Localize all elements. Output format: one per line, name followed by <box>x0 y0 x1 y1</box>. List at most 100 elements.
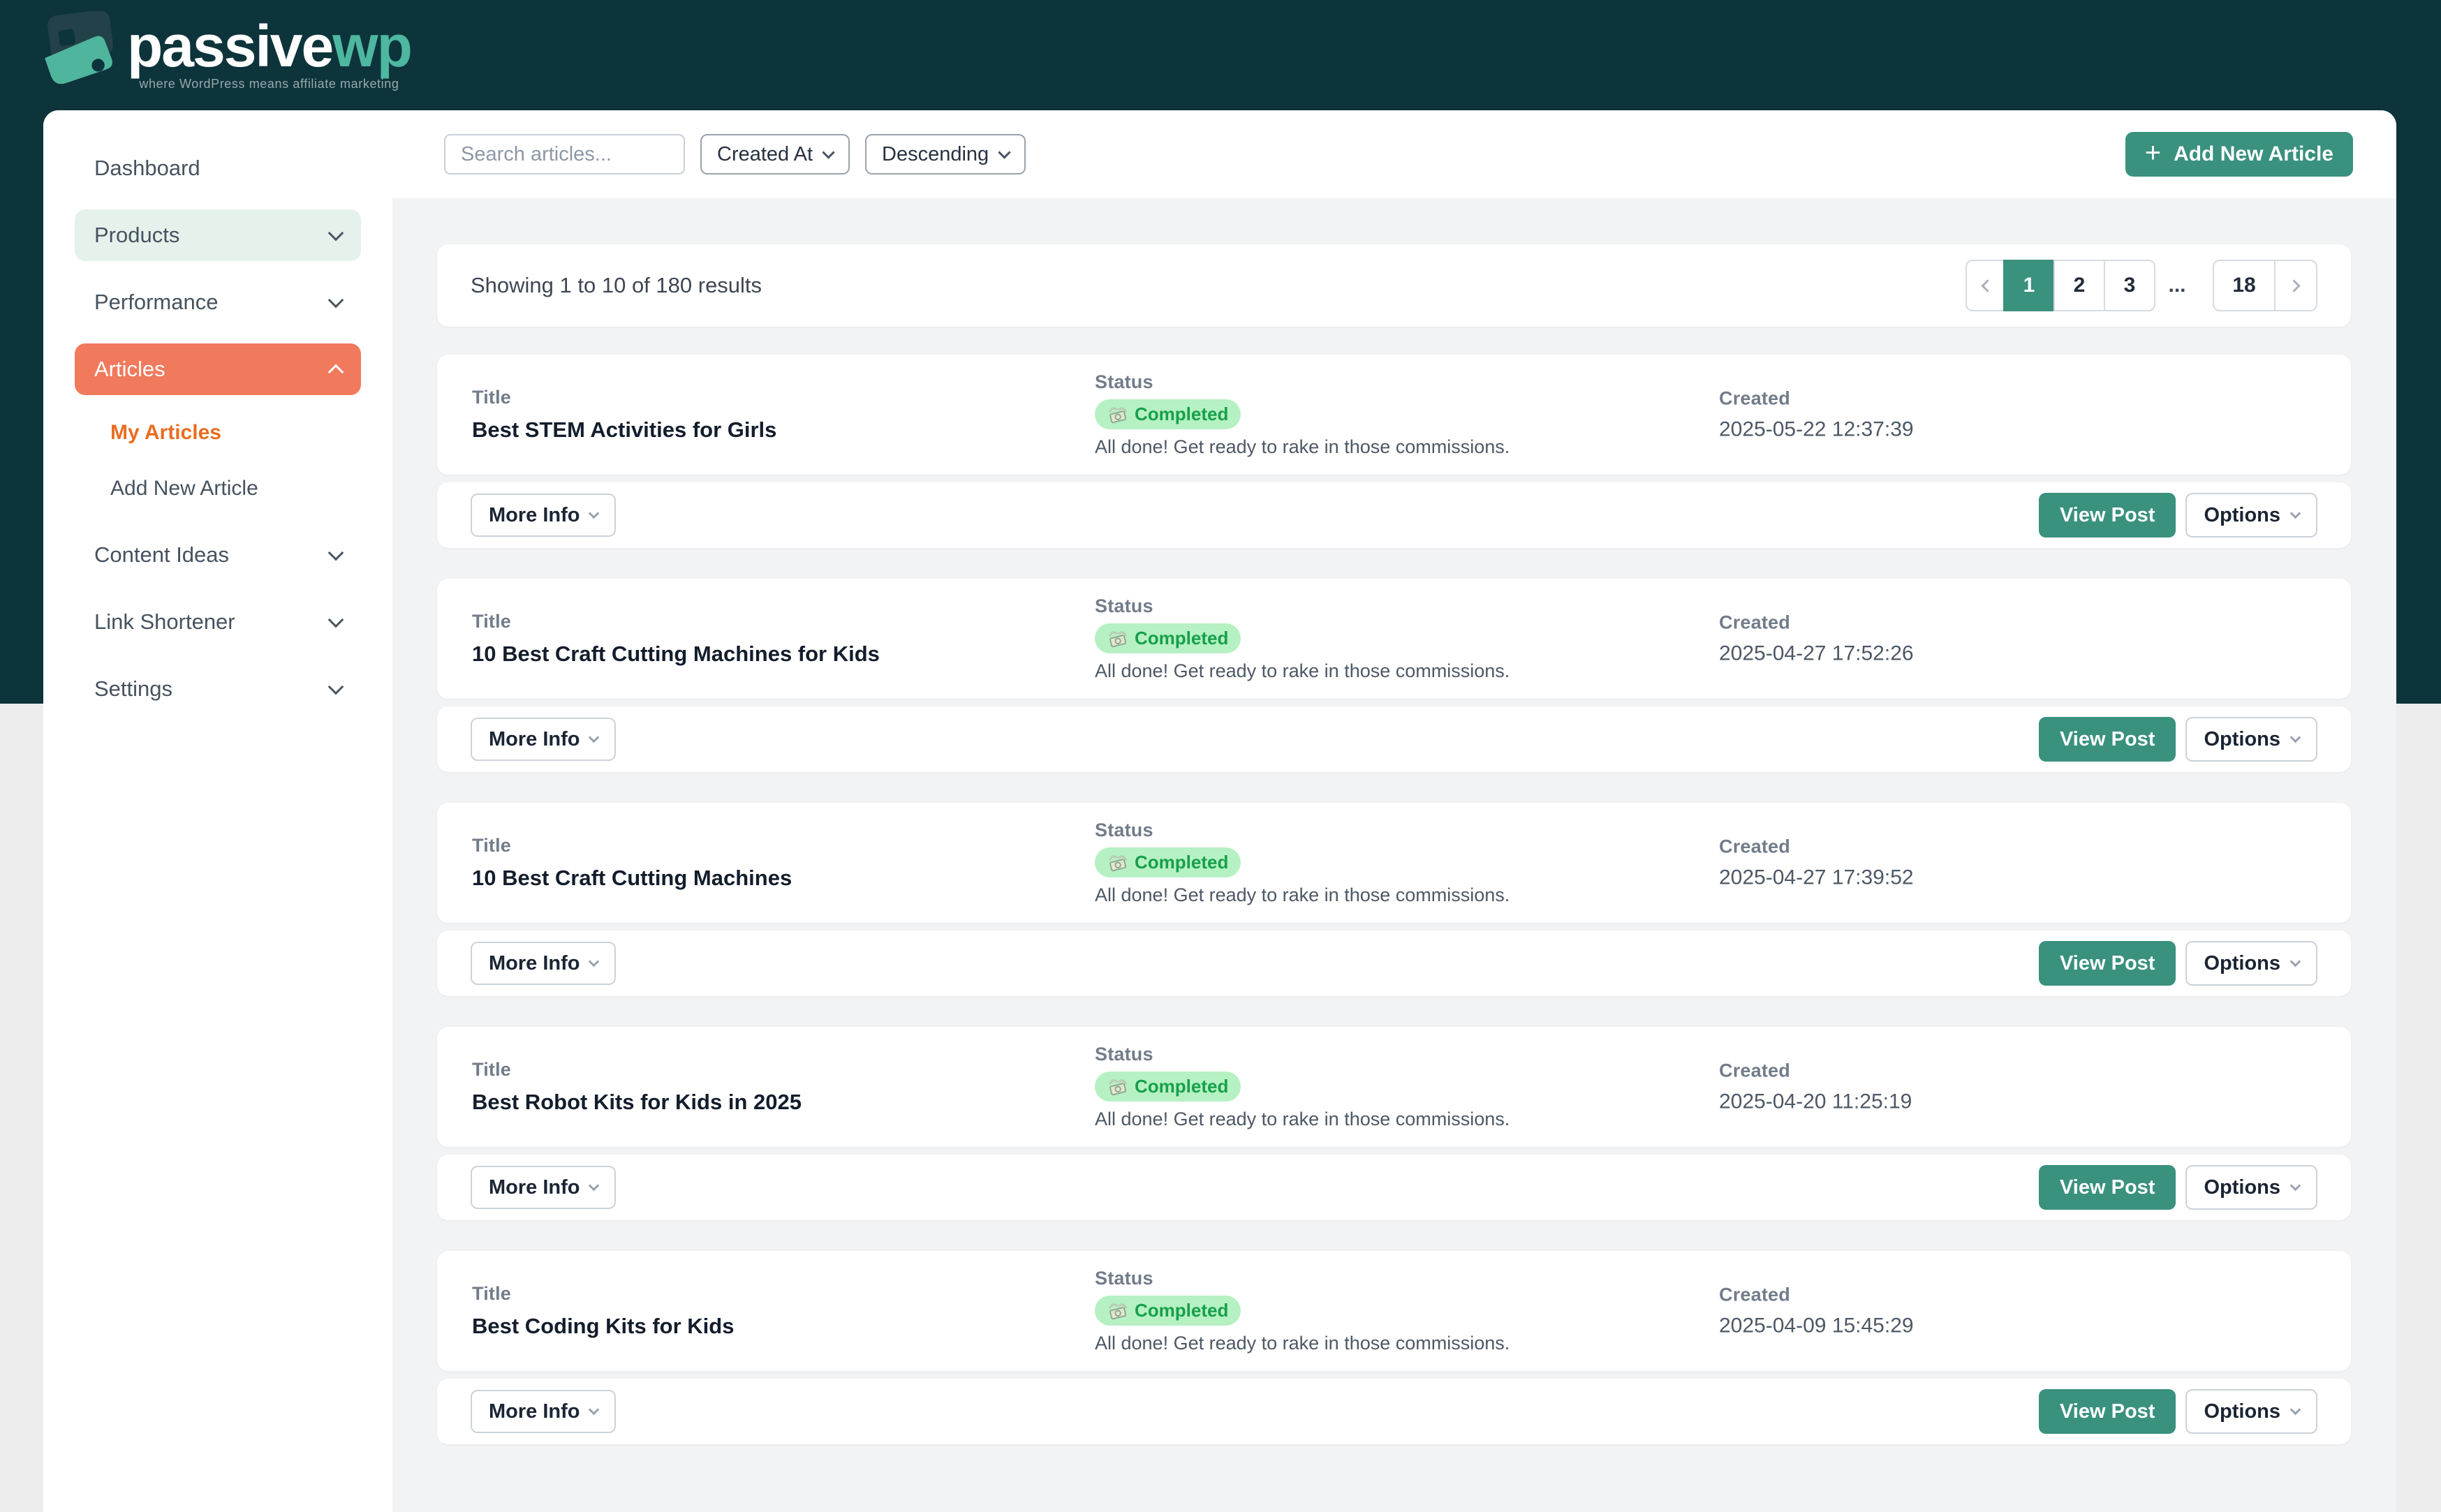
sort-order-dropdown[interactable]: Descending <box>865 134 1026 175</box>
sidebar-item-label: Performance <box>94 290 218 315</box>
sort-field-dropdown[interactable]: Created At <box>700 134 850 175</box>
pagination: 1 2 3 ... 18 <box>1966 260 2317 311</box>
article-block: Title Best Robot Kits for Kids in 2025 S… <box>437 1027 2351 1220</box>
article-info-card: Title 10 Best Craft Cutting Machines Sta… <box>437 803 2351 923</box>
pagination-page-2[interactable]: 2 <box>2053 260 2105 311</box>
brand-name-accent: wp <box>332 13 411 79</box>
sidebar-subitem-my-articles[interactable]: My Articles <box>75 410 361 455</box>
pagination-page-last[interactable]: 18 <box>2213 260 2276 311</box>
chevron-down-icon <box>822 146 834 158</box>
options-button[interactable]: Options <box>2185 1389 2317 1434</box>
view-post-button[interactable]: View Post <box>2039 1389 2176 1434</box>
status-label: Status <box>1095 371 1510 393</box>
status-badge: Completed <box>1095 1072 1241 1102</box>
content-panel: Showing 1 to 10 of 180 results 1 2 3 ...… <box>392 198 2396 1512</box>
title-label: Title <box>472 1283 734 1305</box>
options-label: Options <box>2204 728 2280 751</box>
sidebar-item-label: Settings <box>94 676 172 702</box>
created-label: Created <box>1719 1284 1914 1306</box>
add-new-article-button[interactable]: + Add New Article <box>2125 132 2353 177</box>
view-post-button[interactable]: View Post <box>2039 717 2176 762</box>
chevron-down-icon <box>328 612 344 628</box>
pagination-page-1[interactable]: 1 <box>2003 260 2055 311</box>
options-button[interactable]: Options <box>2185 1165 2317 1210</box>
money-with-wings-icon <box>1107 1300 1128 1321</box>
options-label: Options <box>2204 1400 2280 1423</box>
options-label: Options <box>2204 1176 2280 1199</box>
price-tag-icon <box>42 11 113 85</box>
created-timestamp: 2025-04-20 11:25:19 <box>1719 1090 1912 1114</box>
article-block: Title 10 Best Craft Cutting Machines Sta… <box>437 803 2351 996</box>
more-info-label: More Info <box>489 1176 580 1199</box>
status-badge: Completed <box>1095 1296 1241 1326</box>
toolbar: Created At Descending + Add New Article <box>392 110 2396 198</box>
sidebar-item-label: Dashboard <box>94 156 200 181</box>
article-block: Title 10 Best Craft Cutting Machines for… <box>437 579 2351 772</box>
article-info-card: Title Best STEM Activities for Girls Sta… <box>437 355 2351 475</box>
chevron-down-icon <box>998 146 1010 158</box>
more-info-button[interactable]: More Info <box>471 942 616 985</box>
sidebar-item-articles[interactable]: Articles <box>75 343 361 395</box>
view-post-button[interactable]: View Post <box>2039 1165 2176 1210</box>
app-shell: Dashboard Products Performance Articles … <box>43 110 2396 1512</box>
sidebar-item-products[interactable]: Products <box>75 209 361 261</box>
money-with-wings-icon <box>1107 404 1128 425</box>
article-info-card: Title Best Robot Kits for Kids in 2025 S… <box>437 1027 2351 1147</box>
more-info-button[interactable]: More Info <box>471 1166 616 1209</box>
more-info-button[interactable]: More Info <box>471 718 616 761</box>
add-new-article-label: Add New Article <box>2174 142 2333 166</box>
sidebar-item-content-ideas[interactable]: Content Ideas <box>75 529 361 581</box>
article-title: 10 Best Craft Cutting Machines for Kids <box>472 642 880 667</box>
articles-submenu: My Articles Add New Article <box>75 410 361 511</box>
title-label: Title <box>472 611 880 632</box>
options-button[interactable]: Options <box>2185 717 2317 762</box>
money-with-wings-icon <box>1107 628 1128 649</box>
status-badge-text: Completed <box>1135 852 1228 873</box>
chevron-down-icon <box>588 732 599 743</box>
more-info-label: More Info <box>489 952 580 975</box>
more-info-button[interactable]: More Info <box>471 1390 616 1433</box>
sidebar-subitem-label: My Articles <box>110 421 221 445</box>
pagination-page-3[interactable]: 3 <box>2104 260 2155 311</box>
sidebar: Dashboard Products Performance Articles … <box>43 110 392 1512</box>
title-label: Title <box>472 387 776 408</box>
article-title: Best Robot Kits for Kids in 2025 <box>472 1090 802 1115</box>
status-label: Status <box>1095 595 1510 617</box>
title-label: Title <box>472 1059 802 1081</box>
money-with-wings-icon <box>1107 852 1128 873</box>
sidebar-item-label: Products <box>94 223 179 248</box>
sort-order-label: Descending <box>882 143 989 166</box>
title-label: Title <box>472 835 792 857</box>
sidebar-item-label: Link Shortener <box>94 609 235 635</box>
chevron-down-icon <box>2290 956 2301 968</box>
sidebar-item-label: Articles <box>94 357 165 382</box>
article-action-card: More Info View Post Options <box>437 1155 2351 1220</box>
results-header-card: Showing 1 to 10 of 180 results 1 2 3 ...… <box>437 244 2351 327</box>
sidebar-subitem-add-new-article[interactable]: Add New Article <box>75 466 361 511</box>
status-badge-text: Completed <box>1135 628 1228 649</box>
sidebar-item-settings[interactable]: Settings <box>75 663 361 715</box>
chevron-right-icon <box>2287 279 2300 292</box>
pagination-next-button[interactable] <box>2274 260 2317 311</box>
view-post-button[interactable]: View Post <box>2039 493 2176 538</box>
chevron-down-icon <box>328 225 344 242</box>
created-timestamp: 2025-04-27 17:39:52 <box>1719 866 1914 890</box>
pagination-prev-button[interactable] <box>1966 260 2005 311</box>
view-post-button[interactable]: View Post <box>2039 941 2176 986</box>
article-info-card: Title 10 Best Craft Cutting Machines for… <box>437 579 2351 699</box>
options-button[interactable]: Options <box>2185 493 2317 538</box>
search-input[interactable] <box>444 134 685 175</box>
created-label: Created <box>1719 388 1914 410</box>
chevron-down-icon <box>2290 1180 2301 1192</box>
status-badge-text: Completed <box>1135 1300 1228 1321</box>
options-button[interactable]: Options <box>2185 941 2317 986</box>
more-info-button[interactable]: More Info <box>471 494 616 537</box>
brand-wordmark: passivewp where WordPress means affiliat… <box>127 11 411 91</box>
sidebar-item-dashboard[interactable]: Dashboard <box>75 142 361 194</box>
sidebar-item-performance[interactable]: Performance <box>75 276 361 328</box>
more-info-label: More Info <box>489 728 580 751</box>
sidebar-item-link-shortener[interactable]: Link Shortener <box>75 596 361 648</box>
options-label: Options <box>2204 504 2280 527</box>
results-summary: Showing 1 to 10 of 180 results <box>471 273 762 298</box>
status-note: All done! Get ready to rake in those com… <box>1095 660 1510 682</box>
